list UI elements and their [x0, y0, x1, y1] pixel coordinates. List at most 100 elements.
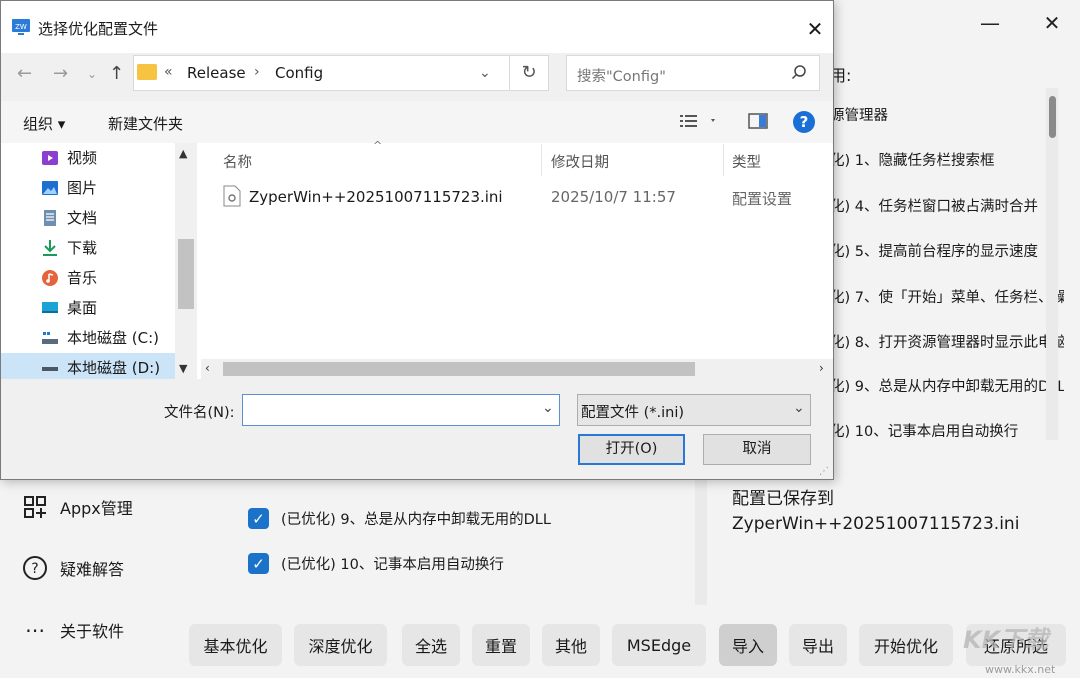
ini-file-icon — [223, 185, 241, 211]
app-icon: ZW — [11, 17, 31, 37]
folder-icon — [137, 64, 157, 80]
watermark-logo: KK下载 — [963, 626, 1049, 654]
nav-label: 关于软件 — [60, 622, 125, 641]
other-button[interactable]: 其他 — [542, 624, 600, 666]
select-all-button[interactable]: 全选 — [402, 624, 460, 666]
tree-label: 图片 — [67, 179, 98, 197]
deep-optimize-button[interactable]: 深度优化 — [294, 624, 387, 666]
checkbox-checked[interactable]: ✓ — [248, 508, 269, 529]
column-divider[interactable] — [541, 144, 542, 176]
saved-line1: 配置已保存到 — [732, 489, 834, 509]
picture-icon — [41, 179, 59, 197]
column-type-header[interactable]: 类型 — [732, 151, 761, 172]
minimize-button[interactable]: — — [972, 8, 1008, 38]
svg-text:?: ? — [31, 561, 38, 577]
option-row[interactable]: ✓ (已优化) 9、总是从内存中卸载无用的DLL — [248, 508, 551, 529]
tree-label: 桌面 — [67, 299, 98, 317]
tree-item-downloads[interactable]: 下载 — [41, 237, 97, 258]
filename-dropdown-icon[interactable]: ⌄ — [542, 400, 554, 416]
scroll-up-icon[interactable]: ▲ — [179, 147, 187, 160]
column-divider[interactable] — [723, 144, 724, 176]
more-icon: ⋯ — [25, 618, 45, 642]
log-item: 化) 4、任务栏窗口被占满时合并 — [830, 199, 1038, 215]
tree-label: 本地磁盘 (C:) — [67, 329, 159, 347]
cancel-button[interactable]: 取消 — [703, 434, 811, 465]
options-scrollbar[interactable] — [695, 470, 707, 605]
log-item: 化) 5、提高前台程序的显示速度 — [830, 244, 1038, 260]
import-button[interactable]: 导入 — [719, 624, 777, 666]
horizontal-scrollbar-thumb[interactable] — [223, 362, 695, 376]
dialog-title: 选择优化配置文件 — [38, 20, 159, 38]
document-icon — [41, 209, 59, 227]
refresh-icon[interactable]: ↻ — [509, 56, 548, 90]
option-label: (已优化) 9、总是从内存中卸载无用的DLL — [281, 512, 551, 528]
help-icon[interactable]: ? — [793, 111, 815, 133]
breadcrumb-release[interactable]: Release — [187, 64, 246, 82]
organize-menu[interactable]: 组织 ▾ — [23, 113, 65, 134]
file-date: 2025/10/7 11:57 — [551, 188, 676, 206]
music-icon — [41, 269, 59, 287]
breadcrumb-config[interactable]: Config — [275, 64, 323, 82]
log-item: 化) 9、总是从内存中卸载无用的DLL — [830, 379, 1064, 395]
tree-item-music[interactable]: 音乐 — [41, 267, 97, 288]
tree-scrollbar-thumb[interactable] — [178, 239, 194, 309]
scroll-down-icon[interactable]: ▼ — [179, 362, 187, 375]
tree-item-videos[interactable]: 视频 — [41, 147, 97, 168]
saved-message: 配置已保存到 ZyperWin++20251007115723.ini — [732, 487, 1019, 537]
preview-pane-icon[interactable] — [748, 113, 768, 133]
open-file-dialog: ZW 选择优化配置文件 ✕ ← → ⌄ ↑ « Release › Config… — [0, 0, 834, 480]
drive-icon — [41, 359, 59, 377]
column-date-header[interactable]: 修改日期 — [551, 151, 609, 172]
dialog-close-button[interactable]: ✕ — [797, 15, 833, 45]
sort-ascending-icon: ^ — [373, 139, 383, 152]
filetype-dropdown-icon[interactable]: ⌄ — [793, 400, 805, 416]
tree-item-drive-d[interactable]: 本地磁盘 (D:) — [41, 357, 160, 378]
desktop-icon — [41, 299, 59, 317]
view-options-icon[interactable] — [679, 113, 719, 133]
nav-appx[interactable]: Appx管理 — [22, 494, 133, 520]
nav-label: Appx管理 — [60, 499, 133, 518]
forward-arrow-icon[interactable]: → — [53, 63, 68, 84]
option-row[interactable]: ✓ (已优化) 10、记事本启用自动换行 — [248, 553, 504, 574]
apps-icon — [22, 494, 48, 520]
breadcrumb-separator: › — [254, 64, 260, 80]
file-type: 配置设置 — [732, 190, 793, 208]
back-arrow-icon[interactable]: ← — [17, 63, 32, 84]
msedge-button[interactable]: MSEdge — [612, 624, 706, 666]
filetype-value: 配置文件 (*.ini) — [581, 405, 685, 421]
scroll-right-icon[interactable]: › — [819, 361, 824, 375]
saved-filename: ZyperWin++20251007115723.ini — [732, 514, 1020, 534]
log-scrollbar-thumb[interactable] — [1049, 96, 1056, 138]
up-arrow-icon[interactable]: ↑ — [109, 63, 124, 84]
tree-item-desktop[interactable]: 桌面 — [41, 297, 97, 318]
new-folder-button[interactable]: 新建文件夹 — [108, 113, 183, 134]
start-optimize-button[interactable]: 开始优化 — [859, 624, 953, 666]
tree-item-drive-c[interactable]: 本地磁盘 (C:) — [41, 327, 159, 348]
open-button[interactable]: 打开(O) — [578, 434, 685, 465]
file-name[interactable]: ZyperWin++20251007115723.ini — [249, 188, 503, 206]
file-list — [197, 143, 833, 379]
log-scrollbar[interactable] — [1046, 88, 1058, 440]
checkbox-checked[interactable]: ✓ — [248, 553, 269, 574]
tree-label: 下载 — [67, 239, 98, 257]
filename-label: 文件名(N): — [164, 405, 235, 421]
close-button[interactable]: ✕ — [1034, 8, 1070, 38]
tree-label: 视频 — [67, 149, 98, 167]
search-icon[interactable] — [791, 64, 807, 84]
filename-input[interactable] — [242, 394, 560, 426]
scroll-left-icon[interactable]: ‹ — [205, 361, 210, 375]
tree-label: 本地磁盘 (D:) — [67, 359, 161, 377]
breadcrumb-overflow[interactable]: « — [164, 64, 173, 80]
address-dropdown-icon[interactable]: ⌄ — [479, 65, 491, 81]
tree-item-documents[interactable]: 文档 — [41, 207, 97, 228]
export-button[interactable]: 导出 — [789, 624, 847, 666]
nav-about[interactable]: ⋯ 关于软件 — [22, 617, 124, 643]
video-icon — [41, 149, 59, 167]
basic-optimize-button[interactable]: 基本优化 — [189, 624, 282, 666]
recent-chevron-icon[interactable]: ⌄ — [87, 67, 97, 81]
tree-item-pictures[interactable]: 图片 — [41, 177, 97, 198]
nav-troubleshoot[interactable]: ? 疑难解答 — [22, 555, 124, 581]
reset-button[interactable]: 重置 — [472, 624, 530, 666]
resize-grip-icon[interactable]: ⋰ — [819, 466, 829, 477]
column-name-header[interactable]: 名称 — [223, 151, 252, 172]
